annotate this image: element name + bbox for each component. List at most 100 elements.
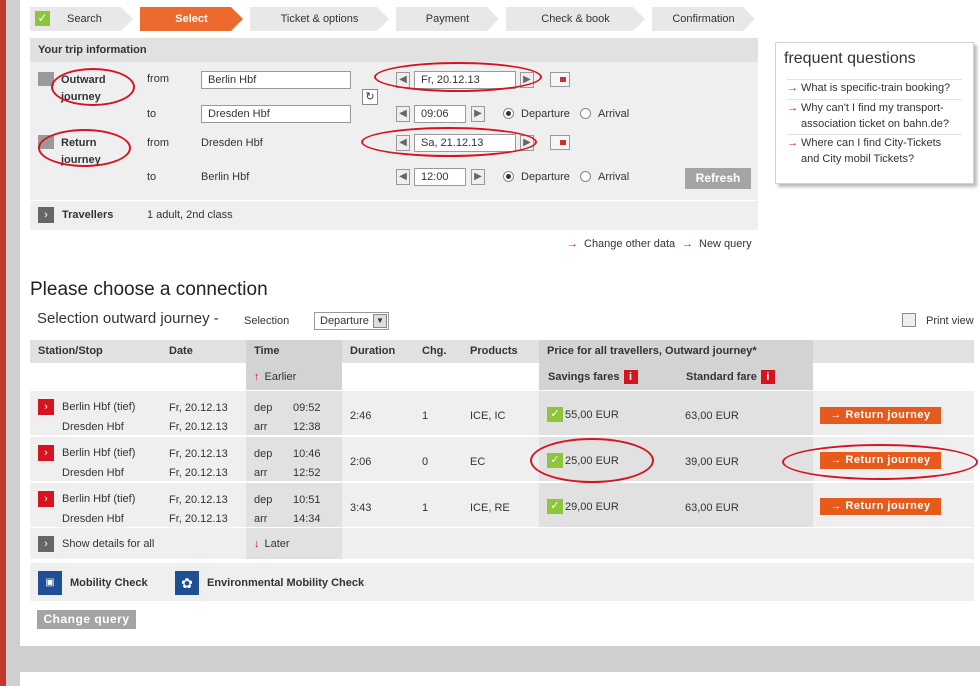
chevron-right-icon[interactable]: › [38, 491, 54, 507]
row-standard-price[interactable]: 63,00 EUR [685, 502, 739, 514]
savings-fares-label: Savings fares i [548, 370, 638, 384]
row-products: EC [470, 456, 486, 468]
checkmark-icon: ✓ [35, 11, 50, 26]
environmental-check-link[interactable]: Environmental Mobility Check [207, 577, 364, 589]
return-arrival-label: Arrival [598, 171, 630, 183]
header-station: Station/Stop [38, 345, 103, 357]
row-dep-time: 09:52 [293, 402, 321, 414]
mobility-bar [30, 563, 974, 601]
footer-strip [20, 672, 980, 686]
row-savings-price[interactable]: 29,00 EUR [565, 501, 619, 513]
change-other-data-link[interactable]: → Change other data [567, 238, 675, 250]
row-standard-price[interactable]: 63,00 EUR [685, 410, 739, 422]
chevron-right-icon[interactable]: › [38, 207, 54, 223]
row-arr-time: 14:34 [293, 513, 321, 525]
return-calendar-icon[interactable] [550, 135, 570, 150]
return-time-input[interactable]: 12:00 [414, 168, 466, 186]
annotation-circle [530, 438, 654, 483]
return-time-next-button[interactable]: ▶ [471, 169, 485, 185]
outward-time-input[interactable]: 09:06 [414, 105, 466, 123]
outward-time-prev-button[interactable]: ◀ [396, 106, 410, 122]
header-price: Price for all travellers, Outward journe… [547, 345, 757, 357]
info-icon[interactable]: i [760, 370, 775, 384]
row-date-from: Fr, 20.12.13 [169, 402, 228, 414]
show-details-link[interactable]: Show details for all [62, 538, 154, 550]
arrow-right-icon: → [787, 82, 798, 94]
row-from-station: Berlin Hbf (tief) [62, 447, 136, 459]
outward-calendar-icon[interactable] [550, 72, 570, 87]
outward-arrival-label: Arrival [598, 108, 630, 120]
later-link[interactable]: ↓ Later [254, 538, 290, 550]
chevron-right-icon[interactable]: › [38, 445, 54, 461]
row-duration: 2:46 [350, 410, 372, 422]
row-changes: 0 [422, 456, 429, 468]
faq-title: frequent questions [784, 50, 916, 67]
travellers-label[interactable]: Travellers [62, 209, 113, 221]
outward-departure-radio[interactable] [503, 108, 514, 119]
refresh-button[interactable]: Refresh [685, 168, 751, 189]
travellers-value: 1 adult, 2nd class [147, 209, 233, 221]
outward-from-input[interactable]: Berlin Hbf [201, 71, 351, 89]
earlier-link[interactable]: ↑ Earlier [254, 371, 296, 383]
row-date-to: Fr, 20.12.13 [169, 513, 228, 525]
train-icon: ▣ [38, 571, 62, 595]
change-query-button[interactable]: Change query [37, 610, 136, 629]
row-arr-label: arr [254, 513, 268, 525]
printer-icon[interactable] [902, 313, 916, 327]
row-date-from: Fr, 20.12.13 [169, 494, 228, 506]
step-check-book: Check & book [506, 7, 645, 31]
row-changes: 1 [422, 502, 429, 514]
annotation-circle [361, 127, 537, 157]
standard-fare-label: Standard fare i [686, 370, 775, 384]
arrow-right-icon: → [682, 238, 693, 250]
step-payment: Payment [396, 7, 499, 31]
return-time-prev-button[interactable]: ◀ [396, 169, 410, 185]
row-products: ICE, RE [470, 502, 510, 514]
return-arrival-radio[interactable] [580, 171, 591, 182]
swap-stations-icon[interactable]: ↻ [362, 89, 378, 105]
outward-time-next-button[interactable]: ▶ [471, 106, 485, 122]
faq-item[interactable]: → Why can't I find my transport-associati… [787, 99, 962, 132]
mobility-check-link[interactable]: Mobility Check [70, 577, 148, 589]
print-view-link[interactable]: Print view [926, 315, 974, 327]
row-date-to: Fr, 20.12.13 [169, 467, 228, 479]
outward-arrival-radio[interactable] [580, 108, 591, 119]
row-dep-label: dep [254, 402, 273, 414]
outward-departure-label: Departure [521, 108, 570, 120]
return-journey-button[interactable]: → Return journey [820, 407, 941, 424]
row-dep-time: 10:51 [293, 494, 321, 506]
step-select: Select [140, 7, 243, 31]
chevron-right-icon[interactable]: › [38, 399, 54, 415]
annotation-circle [38, 129, 131, 167]
header-changes: Chg. [422, 345, 447, 357]
annotation-circle [374, 62, 542, 92]
row-savings-price[interactable]: 55,00 EUR [565, 409, 619, 421]
header-duration: Duration [350, 345, 396, 357]
row-standard-price[interactable]: 39,00 EUR [685, 456, 739, 468]
row-dep-time: 10:46 [293, 448, 321, 460]
faq-item[interactable]: → Where can I find City-Tickets and City … [787, 134, 962, 167]
step-confirmation: Confirmation [652, 7, 755, 31]
selection-dropdown[interactable]: Departure ▼ [314, 312, 389, 330]
outward-to-input[interactable]: Dresden Hbf [201, 105, 351, 123]
row-from-station: Berlin Hbf (tief) [62, 401, 136, 413]
chevron-down-icon: ▼ [373, 314, 387, 328]
step-ticket-options: Ticket & options [250, 7, 389, 31]
selection-title: Selection outward journey - [37, 310, 219, 327]
return-journey-button[interactable]: → Return journey [820, 498, 941, 515]
return-to-label: to [147, 171, 157, 183]
return-departure-radio[interactable] [503, 171, 514, 182]
return-from-value: Dresden Hbf [201, 137, 263, 149]
faq-item[interactable]: → What is specific-train booking? [787, 79, 962, 96]
chevron-right-icon[interactable]: › [38, 536, 54, 552]
selection-label: Selection [244, 315, 290, 327]
new-query-link[interactable]: → New query [682, 238, 752, 250]
row-arr-time: 12:38 [293, 421, 321, 433]
arrow-right-icon: → [787, 137, 798, 149]
step-search[interactable]: ✓ Search [30, 7, 133, 31]
row-to-station: Dresden Hbf [62, 421, 124, 433]
arrow-up-icon: ↑ [254, 371, 260, 383]
info-icon[interactable]: i [623, 370, 638, 384]
check-icon: ✓ [547, 407, 563, 422]
annotation-circle [782, 444, 978, 480]
